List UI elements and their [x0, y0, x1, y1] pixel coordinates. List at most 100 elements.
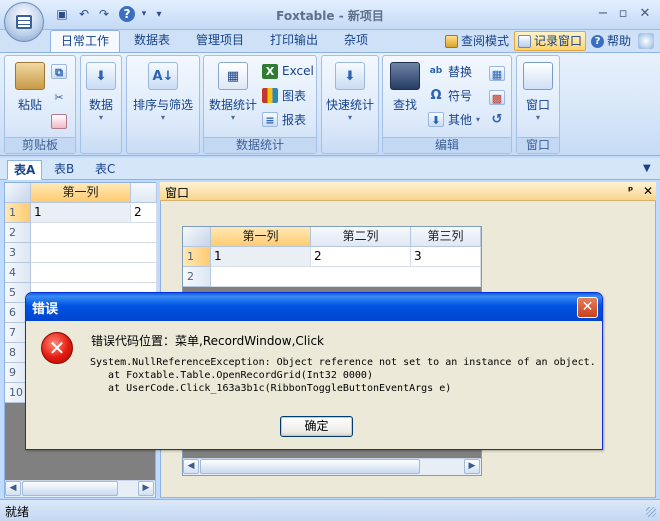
- dialog-close-icon[interactable]: ✕: [577, 297, 598, 318]
- sheet-tab-b[interactable]: 表B: [48, 160, 80, 180]
- resize-grip-icon[interactable]: [646, 507, 656, 517]
- row-number[interactable]: 4: [5, 263, 31, 283]
- grid-cell[interactable]: [31, 223, 157, 243]
- data-stats-button[interactable]: ▦ 数据统计 ▾: [206, 62, 260, 122]
- dropdown-arrow-icon: ▾: [230, 113, 235, 122]
- replace-button[interactable]: ab 替换: [428, 62, 472, 80]
- other-button[interactable]: ⬇ 其他 ▾: [428, 110, 480, 128]
- arrow-down-icon: ⬇: [335, 62, 365, 90]
- tab-misc[interactable]: 杂项: [334, 30, 378, 52]
- row-number[interactable]: 2: [5, 223, 31, 243]
- copy-button[interactable]: ⧉: [51, 62, 67, 80]
- row-number[interactable]: 3: [5, 243, 31, 263]
- find-button[interactable]: 查找: [387, 62, 423, 113]
- report-button[interactable]: ≡ 报表: [262, 110, 306, 128]
- sheet-list-dropdown-icon[interactable]: ▼: [643, 163, 651, 174]
- symbol-label: 符号: [448, 88, 473, 103]
- grid-cell[interactable]: [211, 267, 481, 287]
- dropdown-arrow-icon: ▾: [98, 113, 103, 122]
- minimize-icon[interactable]: −: [594, 6, 612, 22]
- style-palette-icon[interactable]: [638, 33, 654, 49]
- window-button[interactable]: 窗口 ▾: [519, 62, 557, 122]
- clear-button[interactable]: [51, 112, 67, 130]
- horizontal-scrollbar[interactable]: ◀ ▶: [5, 480, 155, 497]
- grid-cell[interactable]: 2: [311, 247, 411, 267]
- excel-button[interactable]: X Excel: [262, 62, 314, 80]
- review-mode-toggle[interactable]: 查阅模式: [442, 31, 512, 51]
- scroll-right-icon[interactable]: ▶: [138, 481, 154, 496]
- refresh-button[interactable]: ↺: [489, 110, 505, 128]
- group-quick-stats: ⬇ 快速统计 ▾: [321, 55, 379, 154]
- row-number[interactable]: 2: [183, 267, 211, 287]
- app-menu-icon: [16, 15, 32, 29]
- grid-view-button[interactable]: ▦: [489, 64, 505, 82]
- column-header[interactable]: 第一列: [211, 227, 311, 247]
- tab-daily-work[interactable]: 日常工作: [50, 30, 121, 52]
- sheet-tab-a[interactable]: 表A: [7, 160, 43, 180]
- record-window-icon: [518, 34, 531, 48]
- record-window-toggle[interactable]: 记录窗口: [514, 31, 587, 51]
- pin-icon[interactable]: ᵖ: [628, 184, 633, 197]
- excel-icon: X: [262, 63, 278, 79]
- column-header[interactable]: 第三列: [411, 227, 481, 247]
- ok-button[interactable]: 确定: [280, 416, 353, 437]
- quick-stats-label: 快速统计: [325, 98, 374, 112]
- dropdown-arrow-icon: ▾: [535, 113, 540, 122]
- application-menu-button[interactable]: [4, 2, 44, 42]
- grid-cell[interactable]: [31, 263, 157, 283]
- row-number[interactable]: 1: [183, 247, 211, 267]
- data-button[interactable]: ⬇ 数据 ▾: [84, 62, 118, 122]
- column-header[interactable]: 第一列: [31, 183, 131, 203]
- scroll-left-icon[interactable]: ◀: [5, 481, 21, 496]
- paste-button[interactable]: 粘贴: [9, 62, 51, 113]
- window-panel-title: 窗口: [165, 186, 190, 200]
- panel-close-icon[interactable]: ✕: [643, 184, 653, 198]
- tab-manage-project[interactable]: 管理项目: [186, 30, 254, 52]
- restore-icon[interactable]: ▫: [614, 6, 632, 22]
- sort-filter-label: 排序与筛选: [132, 98, 193, 112]
- grid-corner[interactable]: [183, 227, 211, 247]
- scroll-right-icon[interactable]: ▶: [464, 459, 480, 474]
- grid-cell[interactable]: 1: [211, 247, 311, 267]
- symbol-button[interactable]: Ω 符号: [428, 86, 472, 104]
- group-label-clipboard: 剪贴板: [5, 137, 75, 153]
- sheet-tab-c[interactable]: 表C: [89, 160, 121, 180]
- help-label: 帮助: [607, 33, 632, 48]
- close-icon[interactable]: ✕: [636, 6, 654, 22]
- grid-cell[interactable]: 1: [31, 203, 131, 223]
- chart-button[interactable]: 图表: [262, 86, 306, 104]
- stack-trace-line: at UserCode.Click_163a3b1c(RibbonToggleB…: [90, 383, 452, 394]
- dialog-title-bar[interactable]: 错误 ✕: [26, 293, 602, 321]
- row-number[interactable]: 1: [5, 203, 31, 223]
- status-bar: [0, 499, 660, 521]
- excel-label: Excel: [282, 64, 314, 78]
- window-title: Foxtable - 新项目: [276, 9, 384, 23]
- select-cells-button[interactable]: ▩: [489, 88, 505, 106]
- status-text: 就绪: [5, 505, 30, 519]
- paste-label: 粘贴: [17, 98, 42, 112]
- error-icon: ✕: [41, 332, 73, 364]
- grid-cell[interactable]: 2: [131, 203, 157, 223]
- sort-filter-button[interactable]: A↓ 排序与筛选 ▾: [131, 62, 195, 122]
- data-stats-label: 数据统计: [208, 98, 257, 112]
- replace-icon: ab: [429, 65, 443, 76]
- column-header[interactable]: [131, 183, 157, 203]
- grid-cell[interactable]: 3: [411, 247, 481, 267]
- column-header[interactable]: 第二列: [311, 227, 411, 247]
- scroll-thumb[interactable]: [22, 481, 118, 496]
- error-location: 错误代码位置：菜单,RecordWindow,Click: [91, 334, 324, 348]
- scroll-thumb[interactable]: [200, 459, 420, 474]
- cut-button[interactable]: ✂: [51, 88, 67, 106]
- copy-icon: ⧉: [51, 63, 67, 79]
- record-window-label: 记录窗口: [534, 33, 583, 48]
- exception-message: System.NullReferenceException: Object re…: [90, 357, 596, 368]
- quick-stats-button[interactable]: ⬇ 快速统计 ▾: [324, 62, 376, 122]
- grid-cell[interactable]: [31, 243, 157, 263]
- bar-chart-icon: [262, 87, 278, 103]
- tab-data-table[interactable]: 数据表: [124, 30, 180, 52]
- grid-corner[interactable]: [5, 183, 31, 203]
- help-button[interactable]: ? 帮助: [588, 31, 634, 51]
- tab-print-output[interactable]: 打印输出: [260, 30, 328, 52]
- horizontal-scrollbar[interactable]: ◀ ▶: [183, 458, 481, 475]
- scroll-left-icon[interactable]: ◀: [183, 459, 199, 474]
